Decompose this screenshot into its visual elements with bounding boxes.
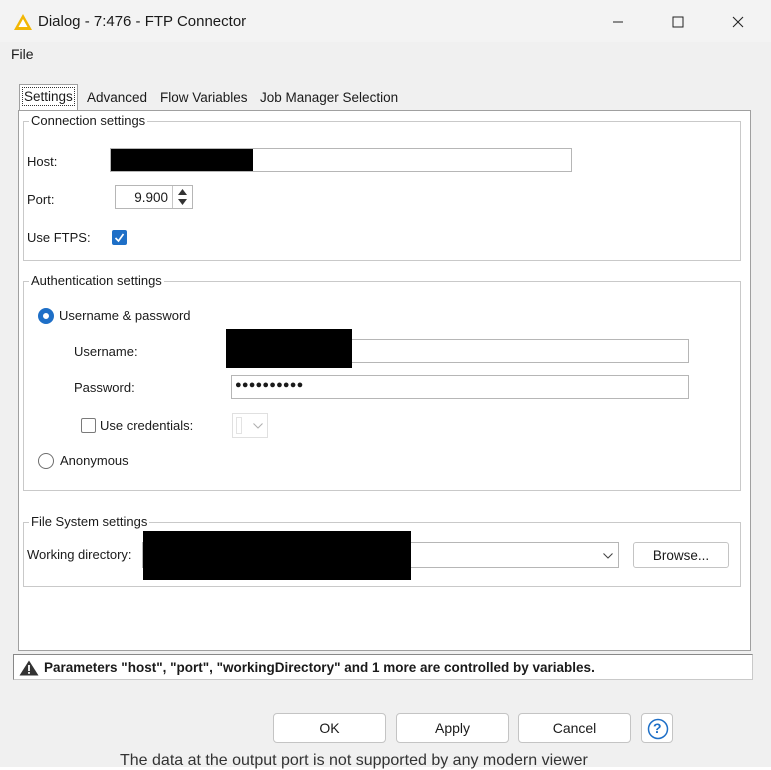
use-credentials-label[interactable]: Use credentials: — [100, 418, 193, 433]
menu-file[interactable]: File — [11, 46, 34, 62]
password-mask: ●●●●●●●●●● — [235, 379, 304, 391]
browse-button-label: Browse... — [652, 547, 710, 563]
checkmark-icon — [114, 233, 125, 243]
apply-button-label: Apply — [434, 720, 471, 736]
spin-down-icon[interactable] — [178, 199, 187, 205]
maximize-icon — [672, 16, 684, 28]
redacted-host — [111, 149, 253, 171]
cancel-button[interactable]: Cancel — [518, 713, 631, 743]
cancel-button-label: Cancel — [552, 720, 597, 736]
settings-panel: Connection settings Host: Port: 9.900 Us… — [18, 110, 751, 651]
anonymous-radio[interactable] — [38, 453, 54, 469]
redacted-username — [226, 329, 352, 368]
password-label: Password: — [74, 380, 135, 395]
spin-up-icon[interactable] — [178, 189, 187, 195]
port-spinner[interactable]: 9.900 — [115, 185, 193, 209]
browse-button[interactable]: Browse... — [633, 542, 729, 568]
working-directory-label: Working directory: — [27, 547, 132, 562]
title-bar: Dialog - 7:476 - FTP Connector — [0, 0, 771, 42]
warning-icon — [19, 660, 39, 676]
tab-job-manager-selection[interactable]: Job Manager Selection — [256, 86, 402, 110]
authentication-settings-group: Authentication settings Username & passw… — [23, 273, 741, 491]
port-label: Port: — [27, 192, 55, 207]
file-system-settings-legend: File System settings — [29, 514, 150, 529]
apply-button[interactable]: Apply — [396, 713, 509, 743]
tab-advanced[interactable]: Advanced — [83, 86, 151, 110]
maximize-button[interactable] — [658, 8, 698, 36]
tab-advanced-label: Advanced — [87, 90, 148, 105]
chevron-down-icon[interactable] — [603, 553, 613, 559]
close-button[interactable] — [718, 8, 758, 36]
password-input[interactable]: ●●●●●●●●●● — [231, 375, 689, 399]
connection-settings-legend: Connection settings — [29, 113, 148, 128]
close-icon — [732, 16, 744, 28]
port-spin-buttons[interactable] — [172, 186, 192, 208]
help-button[interactable]: ? — [641, 713, 673, 743]
status-message: Parameters "host", "port", "workingDirec… — [44, 660, 595, 675]
menu-bar: File — [0, 42, 771, 66]
authentication-settings-legend: Authentication settings — [29, 273, 164, 288]
ok-button-label: OK — [319, 720, 340, 736]
tab-job-manager-label: Job Manager Selection — [260, 90, 399, 105]
knime-warning-node-icon — [14, 14, 32, 30]
credentials-select-value — [236, 417, 242, 434]
username-password-label[interactable]: Username & password — [59, 308, 191, 323]
connection-settings-group: Connection settings Host: Port: 9.900 Us… — [23, 113, 741, 261]
help-icon-glyph: ? — [653, 720, 662, 736]
tab-settings[interactable]: Settings — [19, 84, 78, 110]
chevron-down-icon — [253, 423, 263, 429]
credentials-select[interactable] — [232, 413, 268, 438]
use-credentials-checkbox[interactable] — [81, 418, 96, 433]
username-password-radio[interactable] — [38, 308, 54, 324]
tab-flow-variables[interactable]: Flow Variables — [156, 86, 252, 110]
status-message-bar: Parameters "host", "port", "workingDirec… — [13, 654, 753, 680]
tab-flow-variables-label: Flow Variables — [160, 90, 248, 105]
host-label: Host: — [27, 154, 58, 169]
minimize-icon — [613, 21, 623, 23]
ok-button[interactable]: OK — [273, 713, 386, 743]
tab-settings-label: Settings — [22, 87, 75, 106]
window-title: Dialog - 7:476 - FTP Connector — [38, 13, 247, 30]
file-system-settings-group: File System settings Working directory: … — [23, 514, 741, 587]
use-ftps-checkbox[interactable] — [112, 230, 127, 245]
port-value[interactable]: 9.900 — [134, 190, 168, 205]
background-window-text: The data at the output port is not suppo… — [120, 752, 588, 769]
redacted-working-directory — [143, 531, 411, 580]
anonymous-label[interactable]: Anonymous — [60, 453, 129, 468]
host-input[interactable] — [110, 148, 572, 172]
minimize-button[interactable] — [598, 8, 638, 36]
use-ftps-label: Use FTPS: — [27, 230, 91, 245]
username-label: Username: — [74, 344, 138, 359]
